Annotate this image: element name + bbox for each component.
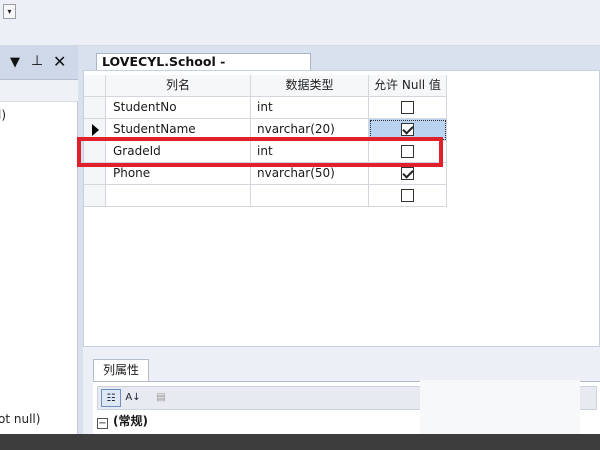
panel-toolbar — [0, 80, 78, 102]
property-pages-icon[interactable]: ▤ — [151, 389, 171, 407]
row-selector[interactable] — [84, 185, 106, 207]
allow-nulls-checkbox[interactable] — [401, 123, 414, 136]
table-row[interactable]: StudentNo int — [84, 97, 450, 119]
grid-header-row: 列名 数据类型 允许 Null 值 — [84, 75, 450, 97]
tree-item-text[interactable]: l) — [0, 108, 6, 122]
object-explorer-panel: ▼ ⊥ ✕ l) ot null) — [0, 46, 78, 434]
row-selector[interactable] — [84, 97, 106, 119]
document-area: LOVECYL.School - dbo.Student* 列名 数据类型 允许… — [77, 46, 600, 435]
current-row-arrow-icon — [92, 124, 99, 136]
column-name-cell[interactable]: StudentNo — [106, 97, 251, 119]
general-section-header[interactable]: − (常规) — [97, 412, 148, 429]
collapse-icon[interactable]: − — [97, 418, 108, 429]
allow-nulls-cell[interactable] — [369, 185, 447, 207]
header-allow-nulls[interactable]: 允许 Null 值 — [369, 75, 447, 97]
red-highlight-box — [77, 137, 443, 167]
column-name-cell[interactable] — [106, 185, 251, 207]
document-tab-strip: LOVECYL.School - dbo.Student* — [78, 46, 600, 85]
blank-overlay — [420, 380, 580, 434]
allow-nulls-checkbox[interactable] — [401, 167, 414, 180]
header-selector-cell — [84, 75, 106, 97]
chevron-down-icon[interactable]: ▼ — [10, 55, 20, 70]
categorized-icon[interactable]: ☷ — [101, 389, 121, 407]
pin-icon[interactable]: ⊥ — [31, 53, 43, 69]
close-icon[interactable]: ✕ — [53, 52, 66, 71]
data-type-cell[interactable] — [251, 185, 369, 207]
tab-column-properties[interactable]: 列属性 — [93, 359, 149, 381]
data-type-cell[interactable]: int — [251, 97, 369, 119]
panel-title-bar: ▼ ⊥ ✕ — [0, 46, 78, 80]
tab-student-table-design[interactable]: LOVECYL.School - dbo.Student* — [96, 53, 311, 85]
bottom-bar — [0, 434, 600, 450]
header-data-type[interactable]: 数据类型 — [251, 75, 369, 97]
section-label: (常规) — [113, 414, 148, 428]
header-column-name[interactable]: 列名 — [106, 75, 251, 97]
toolbar-dropdown-button[interactable]: ▾ — [3, 4, 16, 19]
sort-alpha-icon[interactable]: A↓ — [123, 389, 143, 407]
allow-nulls-checkbox[interactable] — [401, 101, 414, 114]
tree-item-text[interactable]: ot null) — [0, 412, 40, 426]
top-toolbar: ▾ — [0, 0, 600, 46]
allow-nulls-checkbox[interactable] — [401, 189, 414, 202]
table-row[interactable] — [84, 185, 450, 207]
allow-nulls-cell[interactable] — [369, 97, 447, 119]
